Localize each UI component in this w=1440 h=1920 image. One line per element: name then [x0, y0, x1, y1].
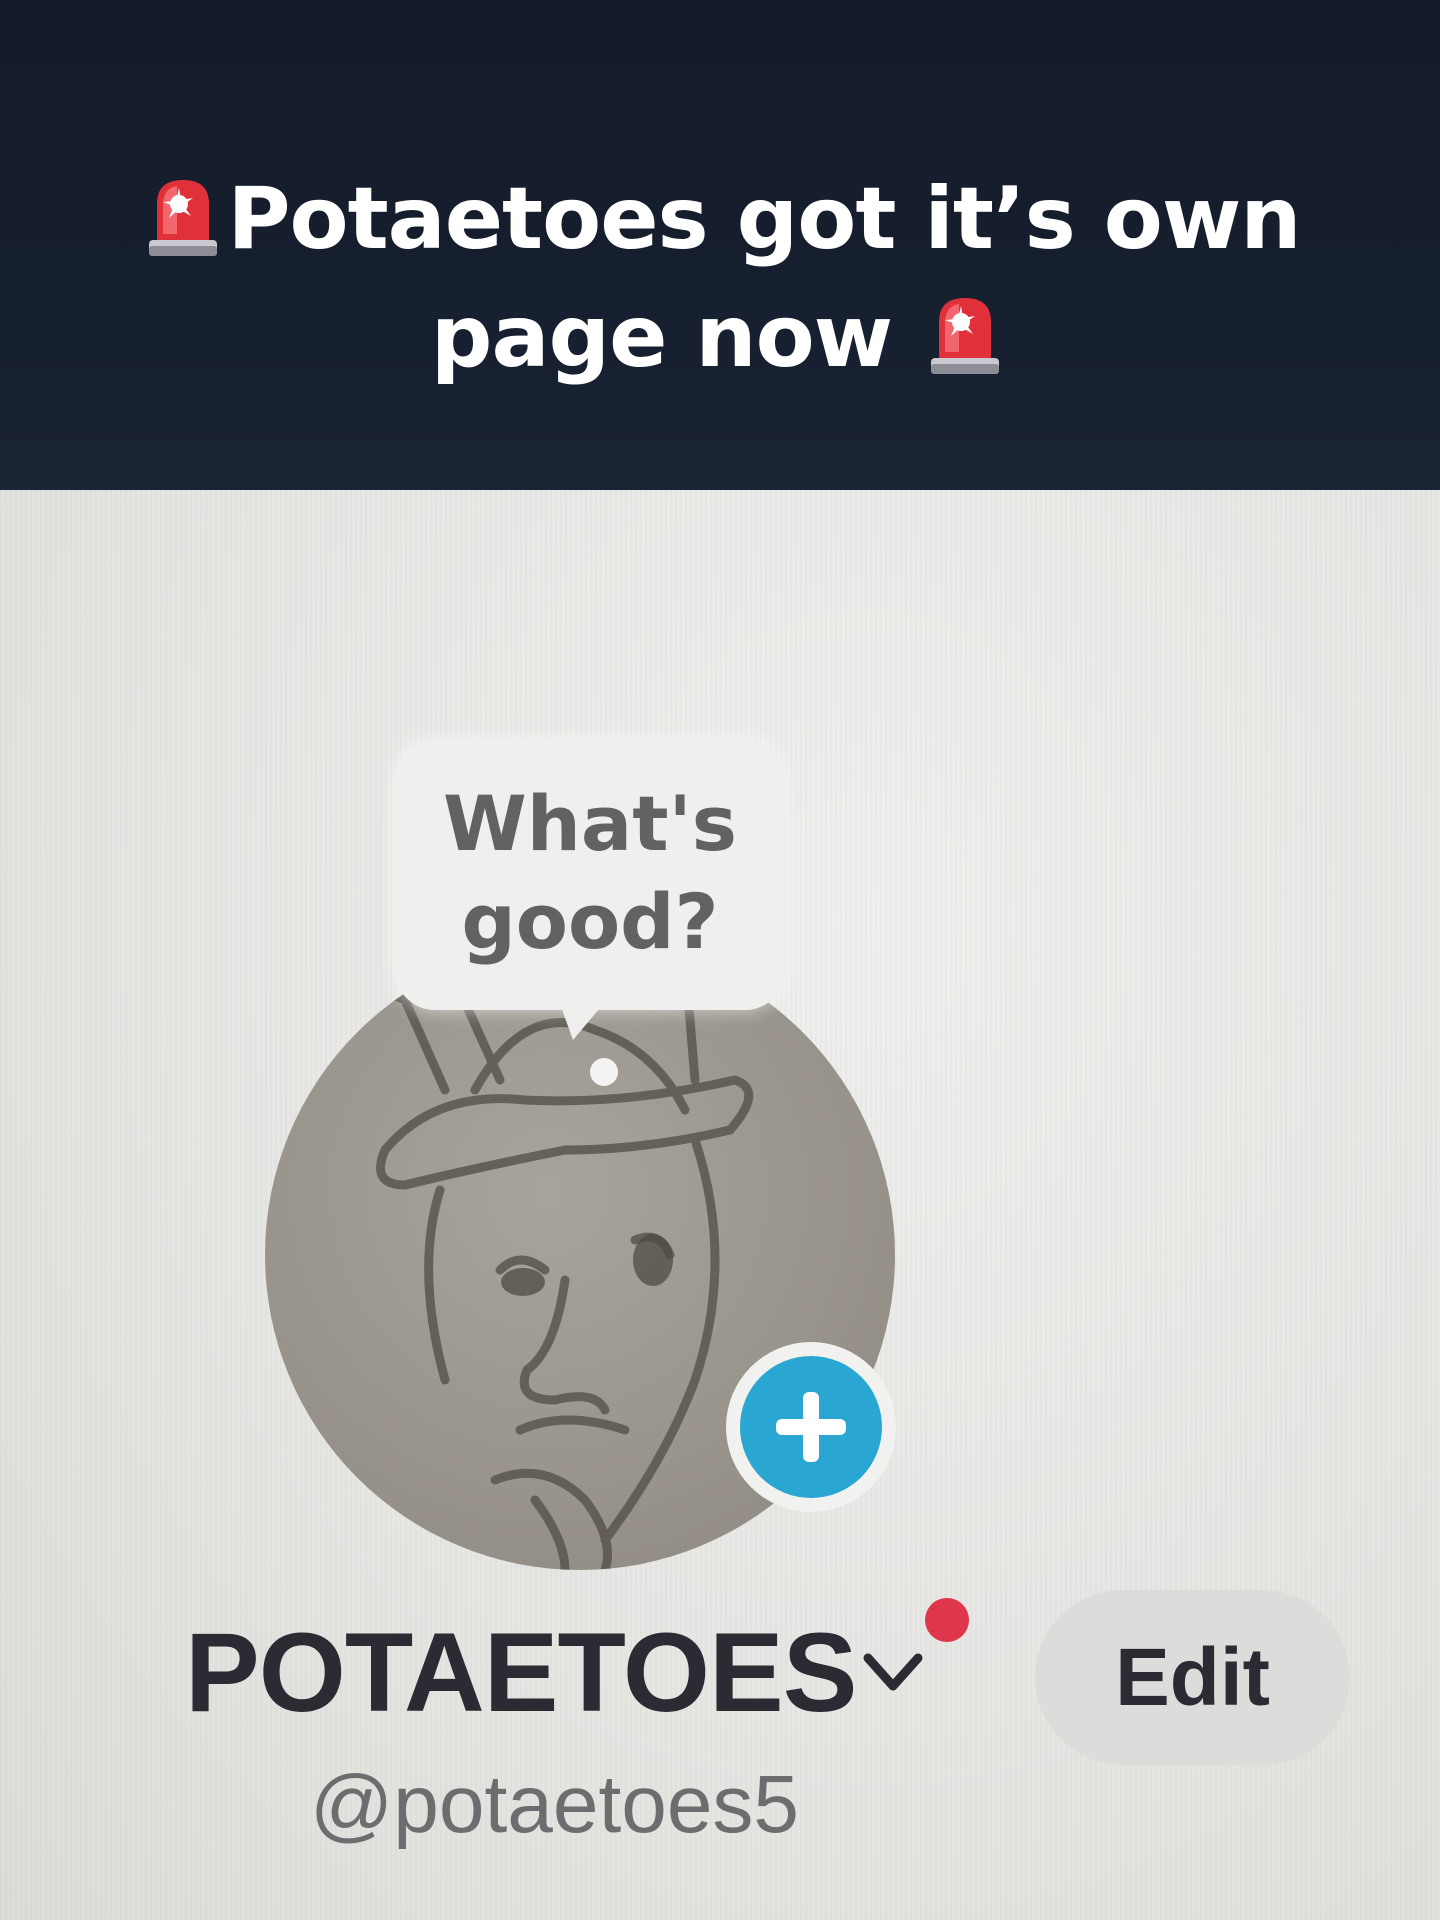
notification-dot: [925, 1598, 969, 1642]
caption-line-1: Potaetoes got it’s own: [0, 160, 1440, 278]
plus-icon-vertical: [803, 1392, 819, 1462]
edit-profile-button[interactable]: Edit: [1035, 1590, 1350, 1765]
screenshot-frame: Potaetoes got it’s own page now What's g…: [0, 0, 1440, 1920]
add-story-button[interactable]: [726, 1342, 896, 1512]
chevron-down-icon[interactable]: [862, 1648, 924, 1698]
caption-text-2: page now: [430, 287, 893, 387]
bubble-dot: [590, 1058, 618, 1086]
police-light-siren-icon: [149, 180, 218, 256]
profile-username: @potaetoes5: [310, 1759, 800, 1850]
caption-text-1: Potaetoes got it’s own: [227, 169, 1301, 269]
police-light-siren-icon: [931, 298, 1000, 374]
video-caption: Potaetoes got it’s own page now: [0, 160, 1440, 396]
status-bubble-text: What's good?: [395, 775, 785, 971]
plus-icon: [740, 1356, 882, 1498]
caption-line-2: page now: [0, 278, 1440, 396]
bubble-line-1: What's: [442, 779, 738, 868]
profile-display-name: POTAETOES: [185, 1610, 857, 1735]
bubble-line-2: good?: [461, 877, 719, 966]
